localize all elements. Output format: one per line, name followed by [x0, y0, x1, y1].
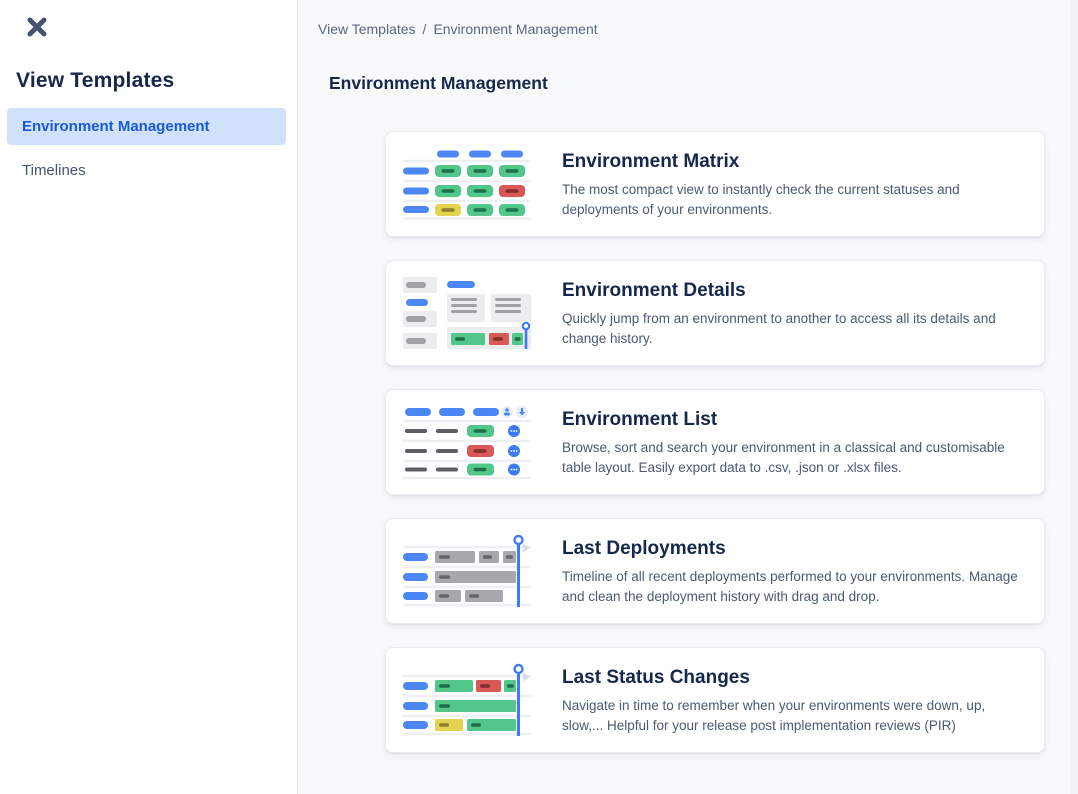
card-text: Last Deployments Timeline of all recent …: [562, 536, 1024, 607]
template-card-environment-matrix[interactable]: Environment Matrix The most compact view…: [385, 131, 1045, 237]
card-description: Quickly jump from an environment to anot…: [562, 309, 1018, 349]
sidebar-item-label: Environment Management: [22, 118, 210, 135]
last-status-changes-thumbnail: [403, 662, 531, 738]
template-card-environment-details[interactable]: Environment Details Quickly jump from an…: [385, 260, 1045, 366]
card-title: Environment Details: [562, 280, 1024, 302]
card-description: The most compact view to instantly check…: [562, 180, 1018, 220]
template-card-last-deployments[interactable]: Last Deployments Timeline of all recent …: [385, 518, 1045, 624]
breadcrumb-separator: /: [423, 21, 427, 37]
card-title: Last Status Changes: [562, 667, 1024, 689]
card-text: Environment List Browse, sort and search…: [562, 407, 1024, 478]
template-card-last-status-changes[interactable]: Last Status Changes Navigate in time to …: [385, 647, 1045, 753]
sidebar: View Templates Environment Management Ti…: [0, 0, 297, 794]
card-title: Environment Matrix: [562, 151, 1024, 173]
card-text: Last Status Changes Navigate in time to …: [562, 665, 1024, 736]
environment-details-thumbnail: [403, 277, 531, 349]
card-description: Timeline of all recent deployments perfo…: [562, 567, 1018, 607]
breadcrumb: View Templates / Environment Management: [298, 0, 1078, 37]
breadcrumb-current: Environment Management: [433, 21, 597, 37]
breadcrumb-view-templates[interactable]: View Templates: [318, 21, 416, 37]
main-content: View Templates / Environment Management En…: [297, 0, 1078, 794]
sidebar-item-label: Timelines: [22, 162, 86, 179]
close-icon: [24, 14, 50, 40]
close-button[interactable]: [22, 12, 52, 42]
environment-list-thumbnail: [403, 404, 531, 480]
card-title: Last Deployments: [562, 538, 1024, 560]
sidebar-item-timelines[interactable]: Timelines: [7, 152, 286, 189]
page-title: Environment Management: [329, 73, 1078, 94]
card-text: Environment Details Quickly jump from an…: [562, 278, 1024, 349]
template-card-list: Environment Matrix The most compact view…: [385, 131, 1045, 753]
template-card-environment-list[interactable]: Environment List Browse, sort and search…: [385, 389, 1045, 495]
card-text: Environment Matrix The most compact view…: [562, 149, 1024, 220]
environment-matrix-thumbnail: [403, 148, 531, 220]
card-title: Environment List: [562, 409, 1024, 431]
card-description: Navigate in time to remember when your e…: [562, 696, 1018, 736]
scrollbar-track[interactable]: [1071, 0, 1078, 794]
last-deployments-thumbnail: [403, 533, 531, 609]
sidebar-title: View Templates: [16, 69, 297, 93]
template-nav: Environment Management Timelines: [0, 108, 297, 189]
card-description: Browse, sort and search your environment…: [562, 438, 1018, 478]
sidebar-item-environment-management[interactable]: Environment Management: [7, 108, 286, 145]
